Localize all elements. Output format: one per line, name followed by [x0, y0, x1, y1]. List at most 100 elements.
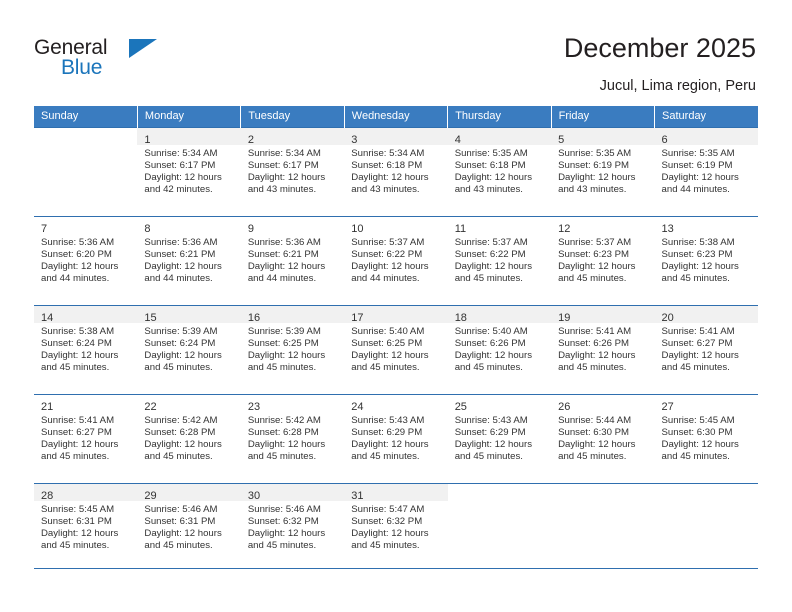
calendar-day-cell[interactable]: 15 Sunrise: 5:39 AM Sunset: 6:24 PM Dayligh…	[137, 305, 241, 395]
day-number: 13	[661, 223, 674, 235]
calendar-day-cell-empty	[34, 127, 138, 217]
day-number: 20	[661, 312, 674, 324]
day-details: Sunrise: 5:42 AM Sunset: 6:28 PM Daylight:…	[137, 412, 240, 463]
sunset-time: Sunset: 6:27 PM	[661, 338, 733, 350]
calendar-day-cell[interactable]: 18 Sunrise: 5:40 AM Sunset: 6:26 PM Dayligh…	[447, 305, 552, 395]
day-number-bar: 11	[447, 217, 552, 235]
daylight-duration-line1: Daylight: 12 hours	[661, 172, 739, 184]
sunrise-time: Sunrise: 5:46 AM	[144, 504, 218, 515]
calendar-day-cell[interactable]: 29 Sunrise: 5:46 AM Sunset: 6:31 PM Dayligh…	[137, 483, 241, 573]
day-details: Sunrise: 5:37 AM Sunset: 6:23 PM Daylight:…	[551, 234, 654, 285]
day-number: 18	[454, 312, 467, 324]
sunset-time: Sunset: 6:17 PM	[247, 160, 319, 172]
day-cell-inner: 14 Sunrise: 5:38 AM Sunset: 6:24 PM Dayligh…	[34, 306, 138, 394]
day-number-bar: 8	[137, 217, 241, 235]
calendar-bottom-border	[34, 568, 758, 569]
calendar-day-cell[interactable]: 12 Sunrise: 5:37 AM Sunset: 6:23 PM Dayligh…	[551, 216, 655, 306]
daylight-duration-line1: Daylight: 12 hours	[558, 172, 636, 184]
day-details: Sunrise: 5:43 AM Sunset: 6:29 PM Daylight:…	[344, 412, 447, 463]
daylight-duration-line1: Daylight: 12 hours	[351, 350, 429, 362]
calendar-day-cell[interactable]: 10 Sunrise: 5:37 AM Sunset: 6:22 PM Dayligh…	[344, 216, 448, 306]
day-number: 28	[41, 490, 54, 502]
daylight-duration-line1: Daylight: 12 hours	[247, 439, 326, 451]
day-cell-inner: 23 Sunrise: 5:42 AM Sunset: 6:28 PM Dayligh…	[240, 395, 345, 483]
daylight-duration-line1: Daylight: 12 hours	[351, 172, 429, 184]
day-details: Sunrise: 5:35 AM Sunset: 6:19 PM Daylight:…	[551, 145, 654, 196]
calendar-day-cell[interactable]: 23 Sunrise: 5:42 AM Sunset: 6:28 PM Dayligh…	[240, 394, 345, 484]
calendar-day-cell[interactable]: 5 Sunrise: 5:35 AM Sunset: 6:19 PM Daylight…	[551, 127, 655, 217]
calendar-day-cell[interactable]: 13 Sunrise: 5:38 AM Sunset: 6:23 PM Dayligh…	[654, 216, 758, 306]
daylight-duration-line1: Daylight: 12 hours	[661, 261, 739, 273]
day-details: Sunrise: 5:35 AM Sunset: 6:18 PM Daylight:…	[448, 145, 551, 196]
day-number: 8	[144, 223, 151, 235]
calendar-day-cell[interactable]: 22 Sunrise: 5:42 AM Sunset: 6:28 PM Dayligh…	[137, 394, 241, 484]
daylight-duration-line1: Daylight: 12 hours	[558, 261, 636, 273]
calendar-day-cell[interactable]: 17 Sunrise: 5:40 AM Sunset: 6:25 PM Dayligh…	[344, 305, 448, 395]
calendar-day-cell[interactable]: 9 Sunrise: 5:36 AM Sunset: 6:21 PM Daylight…	[240, 216, 345, 306]
calendar-day-cell[interactable]: 1 Sunrise: 5:34 AM Sunset: 6:17 PM Daylight…	[137, 127, 241, 217]
day-details: Sunrise: 5:37 AM Sunset: 6:22 PM Daylight:…	[448, 234, 551, 285]
sunrise-time: Sunrise: 5:38 AM	[41, 326, 115, 337]
calendar-day-cell[interactable]: 7 Sunrise: 5:36 AM Sunset: 6:20 PM Daylight…	[34, 216, 138, 306]
daylight-duration-line2: and 44 minutes.	[351, 273, 420, 285]
calendar-day-cell[interactable]: 28 Sunrise: 5:45 AM Sunset: 6:31 PM Dayligh…	[34, 483, 138, 573]
calendar-day-cell[interactable]: 3 Sunrise: 5:34 AM Sunset: 6:18 PM Daylight…	[344, 127, 448, 217]
day-details: Sunrise: 5:45 AM Sunset: 6:31 PM Daylight:…	[34, 501, 137, 552]
calendar-day-cell[interactable]: 27 Sunrise: 5:45 AM Sunset: 6:30 PM Dayligh…	[654, 394, 758, 484]
calendar-day-cell[interactable]: 8 Sunrise: 5:36 AM Sunset: 6:21 PM Daylight…	[137, 216, 241, 306]
calendar-day-cell[interactable]: 16 Sunrise: 5:39 AM Sunset: 6:25 PM Dayligh…	[240, 305, 345, 395]
calendar-day-cell[interactable]: 21 Sunrise: 5:41 AM Sunset: 6:27 PM Dayligh…	[34, 394, 138, 484]
daylight-duration-line1: Daylight: 12 hours	[351, 261, 429, 273]
day-number-bar: 22	[137, 395, 241, 413]
day-cell-inner: 5 Sunrise: 5:35 AM Sunset: 6:19 PM Daylight…	[551, 128, 655, 216]
calendar-day-cell[interactable]: 6 Sunrise: 5:35 AM Sunset: 6:19 PM Daylight…	[654, 127, 758, 217]
day-details: Sunrise: 5:34 AM Sunset: 6:18 PM Daylight:…	[344, 145, 447, 196]
day-number-bar: 4	[447, 128, 552, 146]
day-cell-inner: 12 Sunrise: 5:37 AM Sunset: 6:23 PM Dayligh…	[551, 217, 655, 305]
calendar-day-cell[interactable]: 20 Sunrise: 5:41 AM Sunset: 6:27 PM Dayligh…	[654, 305, 758, 395]
calendar-day-cell[interactable]: 19 Sunrise: 5:41 AM Sunset: 6:26 PM Dayligh…	[551, 305, 655, 395]
day-number-bar: 9	[240, 217, 345, 235]
day-cell-inner	[34, 128, 137, 216]
daylight-duration-line1: Daylight: 12 hours	[558, 439, 636, 451]
calendar-day-cell[interactable]: 25 Sunrise: 5:43 AM Sunset: 6:29 PM Dayligh…	[447, 394, 552, 484]
day-cell-inner: 22 Sunrise: 5:42 AM Sunset: 6:28 PM Dayligh…	[137, 395, 241, 483]
day-cell-inner: 20 Sunrise: 5:41 AM Sunset: 6:27 PM Dayligh…	[654, 306, 758, 394]
calendar-day-cell[interactable]: 2 Sunrise: 5:34 AM Sunset: 6:17 PM Daylight…	[240, 127, 345, 217]
sunset-time: Sunset: 6:25 PM	[247, 338, 319, 350]
sunrise-time: Sunrise: 5:35 AM	[661, 148, 735, 159]
day-cell-inner: 4 Sunrise: 5:35 AM Sunset: 6:18 PM Daylight…	[447, 128, 552, 216]
calendar-day-cell[interactable]: 11 Sunrise: 5:37 AM Sunset: 6:22 PM Dayligh…	[447, 216, 552, 306]
day-cell-inner: 1 Sunrise: 5:34 AM Sunset: 6:17 PM Daylight…	[137, 128, 241, 216]
day-number-bar: 16	[240, 306, 345, 324]
general-blue-logo[interactable]: General Blue	[34, 36, 164, 82]
day-number-bar: 3	[344, 128, 448, 146]
day-number: 11	[454, 223, 467, 235]
daylight-duration-line2: and 45 minutes.	[351, 451, 420, 463]
daylight-duration-line2: and 45 minutes.	[454, 362, 523, 374]
weekday-header-tuesday: Tuesday	[240, 106, 345, 128]
sunrise-time: Sunrise: 5:42 AM	[144, 415, 218, 426]
calendar-day-cell[interactable]: 4 Sunrise: 5:35 AM Sunset: 6:18 PM Daylight…	[447, 127, 552, 217]
daylight-duration-line1: Daylight: 12 hours	[247, 172, 326, 184]
calendar-day-cell[interactable]: 31 Sunrise: 5:47 AM Sunset: 6:32 PM Dayligh…	[344, 483, 448, 573]
day-details: Sunrise: 5:46 AM Sunset: 6:32 PM Daylight:…	[241, 501, 344, 552]
day-number: 24	[351, 401, 364, 413]
day-cell-inner: 3 Sunrise: 5:34 AM Sunset: 6:18 PM Daylight…	[344, 128, 448, 216]
logo-text-blue: Blue	[61, 56, 103, 79]
day-number: 3	[351, 134, 358, 146]
daylight-duration-line2: and 45 minutes.	[247, 362, 317, 374]
calendar-day-cell[interactable]: 14 Sunrise: 5:38 AM Sunset: 6:24 PM Dayligh…	[34, 305, 138, 395]
calendar-day-cell[interactable]: 26 Sunrise: 5:44 AM Sunset: 6:30 PM Dayligh…	[551, 394, 655, 484]
calendar-day-cell[interactable]: 24 Sunrise: 5:43 AM Sunset: 6:29 PM Dayligh…	[344, 394, 448, 484]
sunrise-time: Sunrise: 5:41 AM	[661, 326, 735, 337]
sunset-time: Sunset: 6:18 PM	[351, 160, 423, 172]
day-cell-inner: 28 Sunrise: 5:45 AM Sunset: 6:31 PM Dayligh…	[34, 484, 138, 573]
day-number-bar: 26	[551, 395, 655, 413]
weekday-header-thursday: Thursday	[447, 106, 552, 128]
day-number: 21	[41, 401, 54, 413]
sunrise-time: Sunrise: 5:34 AM	[144, 148, 218, 159]
daylight-duration-line2: and 45 minutes.	[351, 540, 420, 552]
calendar-day-cell[interactable]: 30 Sunrise: 5:46 AM Sunset: 6:32 PM Dayligh…	[240, 483, 345, 573]
day-number-bar: 5	[551, 128, 655, 146]
